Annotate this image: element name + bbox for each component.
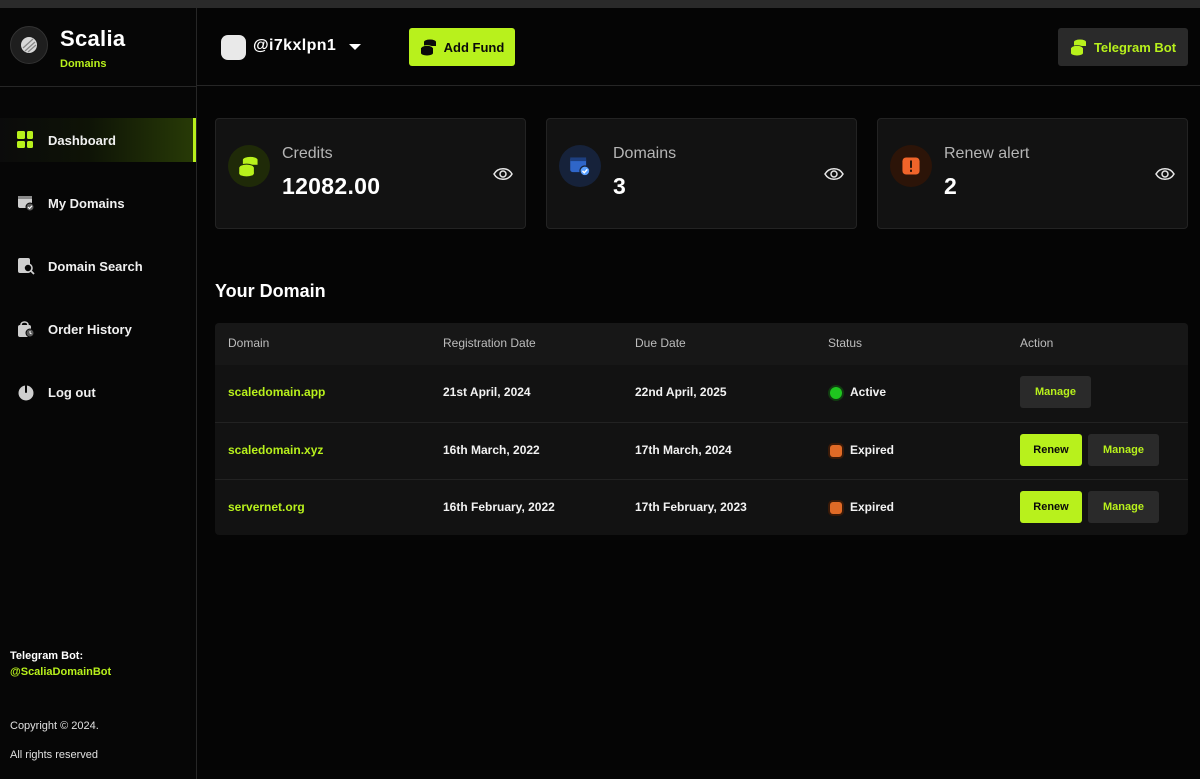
coins-icon bbox=[420, 39, 436, 56]
coins-icon bbox=[228, 145, 270, 187]
status-expired-icon bbox=[830, 445, 842, 457]
eye-icon[interactable] bbox=[1155, 164, 1175, 184]
domains-table: Domain Registration Date Due Date Status… bbox=[215, 323, 1188, 535]
column-header-domain: Domain bbox=[228, 336, 270, 350]
stat-value: 12082.00 bbox=[282, 173, 381, 199]
eye-icon[interactable] bbox=[493, 164, 513, 184]
domain-window-icon bbox=[16, 193, 36, 213]
telegram-bot-label: Telegram Bot: bbox=[10, 650, 84, 662]
telegram-bot-button[interactable]: Telegram Bot bbox=[1058, 28, 1188, 66]
eye-icon[interactable] bbox=[824, 164, 844, 184]
sidebar-item-label: Log out bbox=[48, 384, 96, 400]
status-badge: Active bbox=[850, 385, 887, 399]
alert-icon bbox=[890, 145, 932, 187]
sidebar-item-log-out[interactable]: Log out bbox=[0, 370, 196, 414]
add-fund-button[interactable]: Add Fund bbox=[409, 28, 515, 66]
table-header: Domain Registration Date Due Date Status… bbox=[215, 323, 1188, 365]
table-row: servernet.org 16th February, 2022 17th F… bbox=[215, 479, 1188, 536]
telegram-bot-handle-link[interactable]: @ScaliaDomainBot bbox=[10, 666, 111, 678]
brand-subtitle: Domains bbox=[60, 58, 107, 70]
add-fund-label: Add Fund bbox=[443, 39, 505, 55]
power-icon bbox=[16, 382, 36, 402]
stat-card-domains: Domains 3 bbox=[546, 118, 857, 229]
column-header-due-date: Due Date bbox=[635, 336, 686, 350]
status-badge: Expired bbox=[850, 443, 895, 457]
brand[interactable]: Scalia Domains bbox=[10, 26, 190, 76]
column-header-status: Status bbox=[828, 336, 863, 350]
stat-label: Renew alert bbox=[944, 145, 1030, 162]
table-row: scaledomain.app 21st April, 2024 22nd Ap… bbox=[215, 365, 1188, 422]
stat-card-credits: Credits 12082.00 bbox=[215, 118, 526, 229]
column-header-action: Action bbox=[1020, 336, 1054, 350]
manage-button[interactable]: Manage bbox=[1020, 376, 1091, 408]
sidebar-item-label: Domain Search bbox=[48, 258, 143, 274]
column-header-registration-date: Registration Date bbox=[443, 336, 536, 350]
sidebar-item-domain-search[interactable]: Domain Search bbox=[0, 244, 196, 288]
sidebar-item-order-history[interactable]: Order History bbox=[0, 307, 196, 351]
search-doc-icon bbox=[16, 256, 36, 276]
status-active-icon bbox=[830, 387, 842, 399]
status-expired-icon bbox=[830, 502, 842, 514]
domain-link[interactable]: servernet.org bbox=[228, 500, 305, 514]
registration-date: 16th March, 2022 bbox=[443, 443, 540, 457]
stat-card-renew-alert: Renew alert 2 bbox=[877, 118, 1188, 229]
table-row: scaledomain.xyz 16th March, 2022 17th Ma… bbox=[215, 422, 1188, 479]
renew-button[interactable]: Renew bbox=[1020, 491, 1082, 523]
due-date: 17th February, 2023 bbox=[635, 500, 747, 514]
chevron-down-icon[interactable] bbox=[347, 39, 363, 55]
registration-date: 21st April, 2024 bbox=[443, 385, 531, 399]
registration-date: 16th February, 2022 bbox=[443, 500, 555, 514]
username[interactable]: @i7kxlpn1 bbox=[253, 37, 336, 55]
status-badge: Expired bbox=[850, 500, 895, 514]
sidebar-item-my-domains[interactable]: My Domains bbox=[0, 181, 196, 225]
stat-value: 2 bbox=[944, 173, 958, 199]
due-date: 17th March, 2024 bbox=[635, 443, 732, 457]
sidebar-item-label: Dashboard bbox=[48, 132, 116, 148]
due-date: 22nd April, 2025 bbox=[635, 385, 727, 399]
section-title: Your Domain bbox=[215, 281, 326, 301]
domain-link[interactable]: scaledomain.xyz bbox=[228, 443, 323, 457]
history-bag-icon bbox=[16, 319, 36, 339]
manage-button[interactable]: Manage bbox=[1088, 434, 1159, 466]
domain-check-icon bbox=[559, 145, 601, 187]
sidebar-divider bbox=[0, 86, 196, 87]
brand-name: Scalia bbox=[60, 26, 126, 51]
copyright-text: Copyright © 2024. bbox=[10, 720, 99, 732]
sidebar-item-dashboard[interactable]: Dashboard bbox=[0, 118, 196, 162]
brand-logo-icon bbox=[10, 26, 48, 64]
window-top-strip bbox=[0, 0, 1200, 8]
avatar[interactable] bbox=[221, 35, 246, 60]
renew-button[interactable]: Renew bbox=[1020, 434, 1082, 466]
stat-value: 3 bbox=[613, 173, 627, 199]
telegram-bot-button-label: Telegram Bot bbox=[1093, 39, 1177, 55]
dashboard-grid-icon bbox=[16, 130, 36, 150]
manage-button[interactable]: Manage bbox=[1088, 491, 1159, 523]
coins-icon bbox=[1070, 39, 1086, 56]
domain-link[interactable]: scaledomain.app bbox=[228, 385, 325, 399]
sidebar-item-label: My Domains bbox=[48, 195, 125, 211]
top-header: @i7kxlpn1 Add Fund Telegram Bot bbox=[197, 8, 1200, 86]
stat-label: Credits bbox=[282, 145, 333, 162]
sidebar: Scalia Domains Dashboard My Domains Doma… bbox=[0, 8, 197, 779]
sidebar-item-label: Order History bbox=[48, 321, 132, 337]
rights-text: All rights reserved bbox=[10, 749, 99, 761]
stat-label: Domains bbox=[613, 145, 677, 162]
